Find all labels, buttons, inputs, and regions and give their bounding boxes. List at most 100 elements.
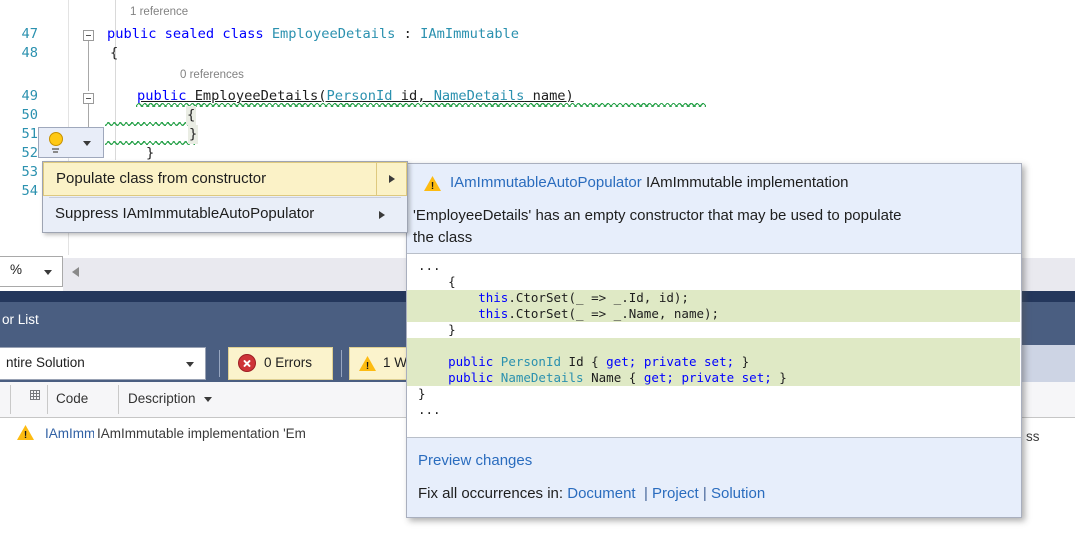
- preview-changes-link[interactable]: Preview changes: [418, 452, 532, 469]
- error-circle-icon: [238, 354, 256, 372]
- code-token: [418, 306, 478, 321]
- preview-code-line-added: this.CtorSet(_ => _.Id, id);: [407, 290, 1020, 306]
- chevron-right-icon: [389, 175, 395, 183]
- column-separator[interactable]: [10, 385, 11, 414]
- code-token: }: [189, 126, 197, 142]
- popup-message-line3: the class: [413, 229, 472, 246]
- code-token: NameDetails: [501, 370, 584, 385]
- preview-code-line-added: this.CtorSet(_ => _.Name, name);: [407, 306, 1020, 322]
- popup-message-line2: 'EmployeeDetails' has an empty construct…: [413, 207, 902, 224]
- fix-document-link[interactable]: Document: [567, 485, 635, 502]
- row-code: IAmImmu: [45, 426, 94, 441]
- code-token: ...: [418, 258, 441, 273]
- code-token: PersonId: [501, 354, 561, 369]
- popup-footer: Preview changes Fix all occurrences in: …: [407, 437, 1021, 517]
- column-header-description[interactable]: Description: [128, 391, 196, 406]
- line-number: 49: [12, 87, 38, 106]
- pipe-separator: |: [703, 485, 707, 502]
- row-description: IAmImmutable implementation 'Em: [97, 426, 405, 441]
- row-description-tail: ss: [1026, 429, 1040, 444]
- popup-message-part1: IAmImmutable implementation: [646, 174, 849, 191]
- warning-triangle-icon: [17, 425, 34, 440]
- code-token: private set;: [644, 354, 734, 369]
- code-line-47[interactable]: public sealed class EmployeeDetails : IA…: [107, 25, 519, 44]
- menu-item-populate-class[interactable]: Populate class from constructor: [43, 162, 407, 196]
- code-token: get;: [606, 354, 636, 369]
- fix-solution-link[interactable]: Solution: [711, 485, 765, 502]
- line-number: 52: [12, 144, 38, 163]
- code-token: [636, 354, 644, 369]
- warning-triangle-icon: [424, 176, 441, 191]
- menu-item-label: Suppress IAmImmutableAutoPopulator: [55, 205, 314, 222]
- code-token: get;: [644, 370, 674, 385]
- submenu-arrow-box[interactable]: [376, 163, 406, 195]
- line-number: 51: [12, 125, 38, 144]
- severity-column-grid-icon[interactable]: [30, 390, 40, 400]
- code-token: public: [137, 88, 186, 104]
- fold-collapse-icon[interactable]: [83, 93, 94, 104]
- line-number: 54: [12, 182, 38, 201]
- toolbar-separator: [219, 350, 220, 377]
- code-line-50[interactable]: {: [186, 106, 196, 125]
- scope-filter-dropdown[interactable]: ntire Solution: [0, 347, 206, 380]
- code-token: IAmImmutable: [420, 26, 519, 42]
- fix-project-link[interactable]: Project: [652, 485, 699, 502]
- codelens-references[interactable]: 1 reference: [130, 6, 188, 18]
- preview-code-line-added: public NameDetails Name { get; private s…: [407, 370, 1020, 386]
- column-separator[interactable]: [118, 385, 119, 414]
- code-token: id,: [392, 88, 433, 104]
- code-line-48[interactable]: {: [110, 44, 118, 63]
- lightbulb-base: [53, 151, 58, 153]
- lightbulb-icon: [49, 132, 63, 146]
- fold-collapse-icon[interactable]: [83, 30, 94, 41]
- chevron-down-icon: [83, 141, 91, 146]
- code-token: this: [478, 290, 508, 305]
- code-token: {: [110, 45, 118, 61]
- filter-chevron-icon[interactable]: [204, 397, 212, 402]
- errors-count-label: 0 Errors: [264, 355, 312, 370]
- chevron-down-icon: [44, 270, 52, 275]
- column-separator[interactable]: [47, 385, 48, 414]
- codelens-references[interactable]: 0 references: [180, 69, 244, 81]
- menu-item-label: Populate class from constructor: [56, 170, 266, 187]
- menu-item-suppress[interactable]: Suppress IAmImmutableAutoPopulator: [43, 198, 407, 232]
- scrollbar-left-arrow-icon[interactable]: [72, 267, 79, 277]
- code-token: public: [418, 354, 501, 369]
- column-header-code[interactable]: Code: [56, 391, 88, 406]
- squiggle-warning: [105, 122, 195, 126]
- warning-triangle-icon: [359, 356, 376, 371]
- code-token: EmployeeDetails(: [186, 88, 326, 104]
- code-token: NameDetails: [434, 88, 525, 104]
- code-token: [418, 290, 478, 305]
- lightbulb-button[interactable]: [38, 127, 104, 158]
- rule-id-link[interactable]: IAmImmutableAutoPopulator: [450, 174, 642, 191]
- quick-actions-menu: Populate class from constructor Suppress…: [42, 161, 408, 233]
- chevron-right-icon: [379, 211, 385, 219]
- fix-all-label: Fix all occurrences in:: [418, 485, 563, 502]
- code-line-49[interactable]: public EmployeeDetails(PersonId id, Name…: [137, 87, 574, 106]
- preview-code-line-added: [407, 338, 1020, 354]
- code-token: }: [734, 354, 749, 369]
- errors-toggle-button[interactable]: 0 Errors: [228, 347, 333, 380]
- preview-code-line: ...: [407, 402, 1020, 418]
- zoom-value: %: [10, 262, 22, 277]
- code-token: }: [772, 370, 787, 385]
- code-token: Id {: [561, 354, 606, 369]
- code-token: .CtorSet(_ => _.Name, name);: [508, 306, 719, 321]
- code-token: this: [478, 306, 508, 321]
- fold-line: [88, 41, 89, 91]
- panel-title: or List: [2, 312, 39, 327]
- zoom-dropdown[interactable]: %: [0, 256, 63, 287]
- code-token: public sealed class: [107, 26, 272, 42]
- indent-guide: [115, 0, 116, 160]
- code-token: Name {: [584, 370, 644, 385]
- line-number: 48: [12, 44, 38, 63]
- code-line-51[interactable]: }: [188, 125, 198, 144]
- code-token: }: [418, 322, 456, 337]
- toolbar-separator: [341, 350, 342, 377]
- code-token: ...: [418, 402, 441, 417]
- preview-code-line: {: [407, 274, 1020, 290]
- pipe-separator: |: [644, 485, 648, 502]
- preview-code-line: ...: [407, 258, 1020, 274]
- preview-code-line: }: [407, 322, 1020, 338]
